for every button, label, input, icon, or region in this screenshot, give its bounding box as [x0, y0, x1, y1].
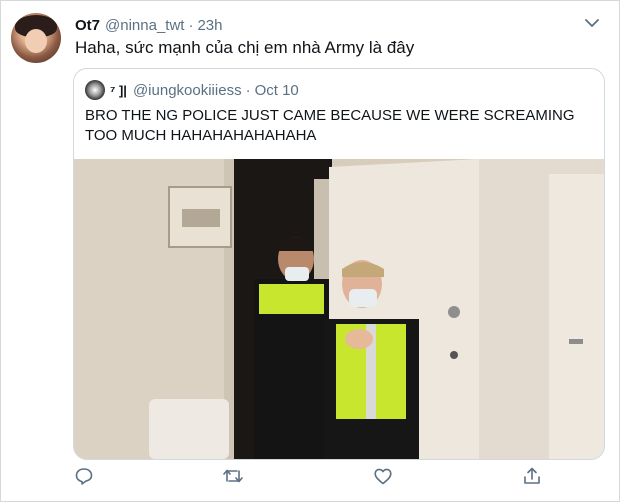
tweet-time[interactable]: 23h [197, 17, 222, 34]
quoted-author-name: ⁷ ]| [110, 82, 127, 98]
author-name[interactable]: Ot7 [75, 17, 100, 34]
reply-icon [75, 468, 93, 485]
avatar[interactable] [11, 13, 61, 63]
police-photo-illustration [74, 159, 604, 459]
tweet-header: Ot7 @ninna_twt · 23h [75, 15, 223, 35]
more-options-button[interactable] [583, 14, 601, 32]
retweet-button[interactable] [222, 465, 244, 487]
like-button[interactable] [372, 465, 394, 487]
quoted-date: Oct 10 [254, 81, 299, 99]
share-icon [524, 467, 540, 484]
avatar-face [25, 29, 47, 53]
author-handle[interactable]: @ninna_twt [105, 17, 184, 34]
tweet-text: Haha, sức mạnh của chị em nhà Army là đâ… [75, 38, 415, 57]
quoted-header-separator: · [245, 81, 251, 99]
retweet-icon [223, 469, 244, 483]
quoted-tweet-text: BRO THE NG POLICE JUST CAME BECAUSE WE W… [85, 107, 575, 144]
quoted-tweet[interactable]: ⁷ ]| @iungkookiiiess · Oct 10 BRO THE NG… [73, 68, 605, 460]
reply-button[interactable] [73, 465, 95, 487]
tweet-card[interactable]: Ot7 @ninna_twt · 23h Haha, sức mạnh của … [0, 0, 620, 502]
quoted-tweet-header: ⁷ ]| @iungkookiiiess · Oct 10 [85, 80, 299, 100]
tweet-actions [73, 465, 543, 487]
heart-icon [374, 468, 392, 484]
header-separator: · [188, 16, 194, 34]
quoted-media-photo[interactable] [74, 159, 604, 459]
share-button[interactable] [521, 465, 543, 487]
chevron-down-icon [585, 18, 599, 27]
quoted-avatar [85, 80, 105, 100]
quoted-author-handle: @iungkookiiiess [132, 81, 242, 99]
